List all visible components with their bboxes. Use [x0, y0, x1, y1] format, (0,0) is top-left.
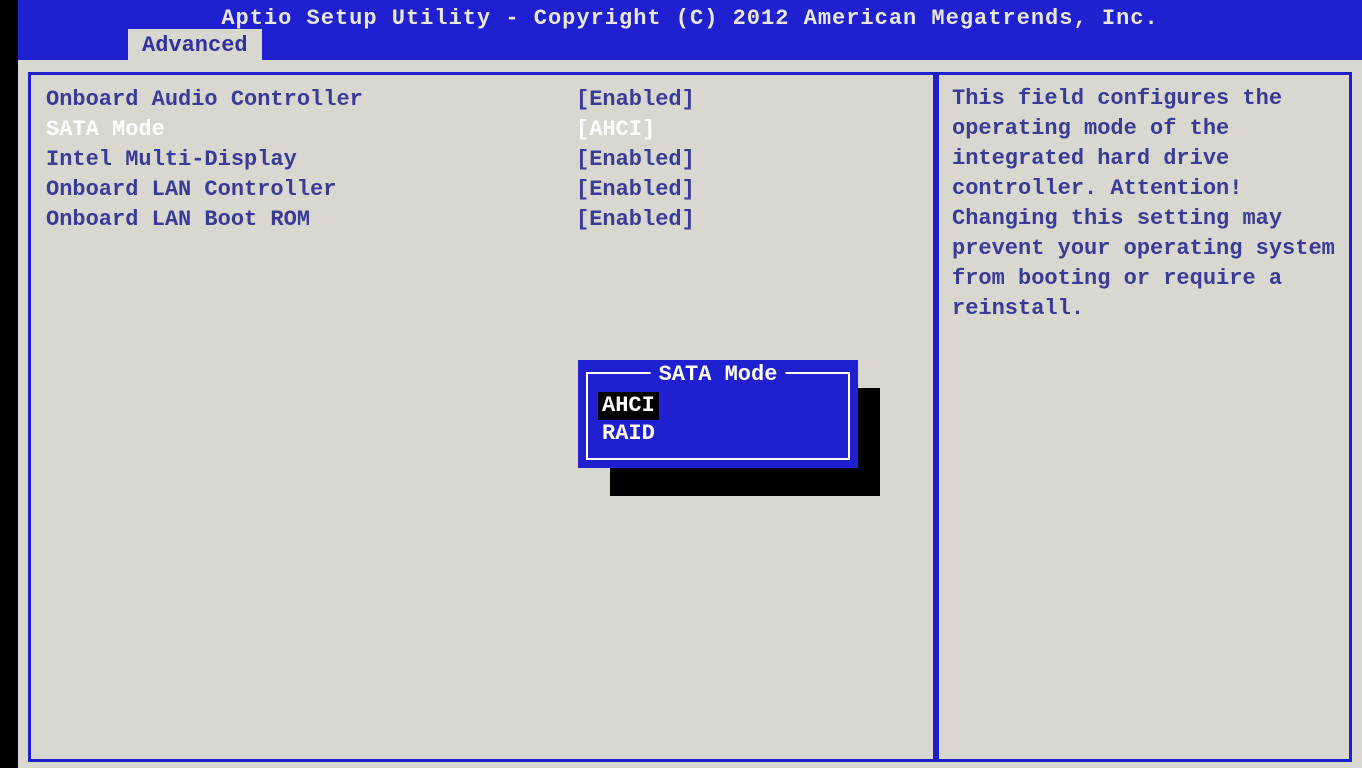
- setting-value: [Enabled]: [576, 87, 695, 112]
- setting-label: SATA Mode: [46, 117, 576, 142]
- popup-option-ahci[interactable]: AHCI: [598, 392, 659, 420]
- popup-sata-mode: SATA Mode AHCI RAID: [578, 360, 858, 468]
- tab-advanced[interactable]: Advanced: [128, 29, 262, 60]
- setting-intel-multi-display[interactable]: Intel Multi-Display [Enabled]: [46, 144, 695, 174]
- body-area: Onboard Audio Controller [Enabled] SATA …: [18, 60, 1362, 768]
- popup-options: AHCI RAID: [598, 392, 659, 448]
- setting-onboard-audio[interactable]: Onboard Audio Controller [Enabled]: [46, 84, 695, 114]
- setting-onboard-lan-controller[interactable]: Onboard LAN Controller [Enabled]: [46, 174, 695, 204]
- bios-screen: Aptio Setup Utility - Copyright (C) 2012…: [18, 0, 1362, 768]
- setting-label: Onboard LAN Controller: [46, 177, 576, 202]
- popup-title: SATA Mode: [651, 362, 786, 387]
- setting-value: [Enabled]: [576, 177, 695, 202]
- header-bar: Aptio Setup Utility - Copyright (C) 2012…: [18, 0, 1362, 60]
- setting-label: Intel Multi-Display: [46, 147, 576, 172]
- setting-value: [Enabled]: [576, 147, 695, 172]
- popup-option-raid[interactable]: RAID: [598, 421, 659, 446]
- settings-list: Onboard Audio Controller [Enabled] SATA …: [46, 84, 695, 234]
- setting-value: [Enabled]: [576, 207, 695, 232]
- header-title: Aptio Setup Utility - Copyright (C) 2012…: [18, 0, 1362, 31]
- setting-sata-mode[interactable]: SATA Mode [AHCI]: [46, 114, 695, 144]
- setting-value: [AHCI]: [576, 117, 655, 142]
- help-text: This field configures the operating mode…: [952, 84, 1342, 324]
- setting-label: Onboard LAN Boot ROM: [46, 207, 576, 232]
- setting-onboard-lan-boot-rom[interactable]: Onboard LAN Boot ROM [Enabled]: [46, 204, 695, 234]
- setting-label: Onboard Audio Controller: [46, 87, 576, 112]
